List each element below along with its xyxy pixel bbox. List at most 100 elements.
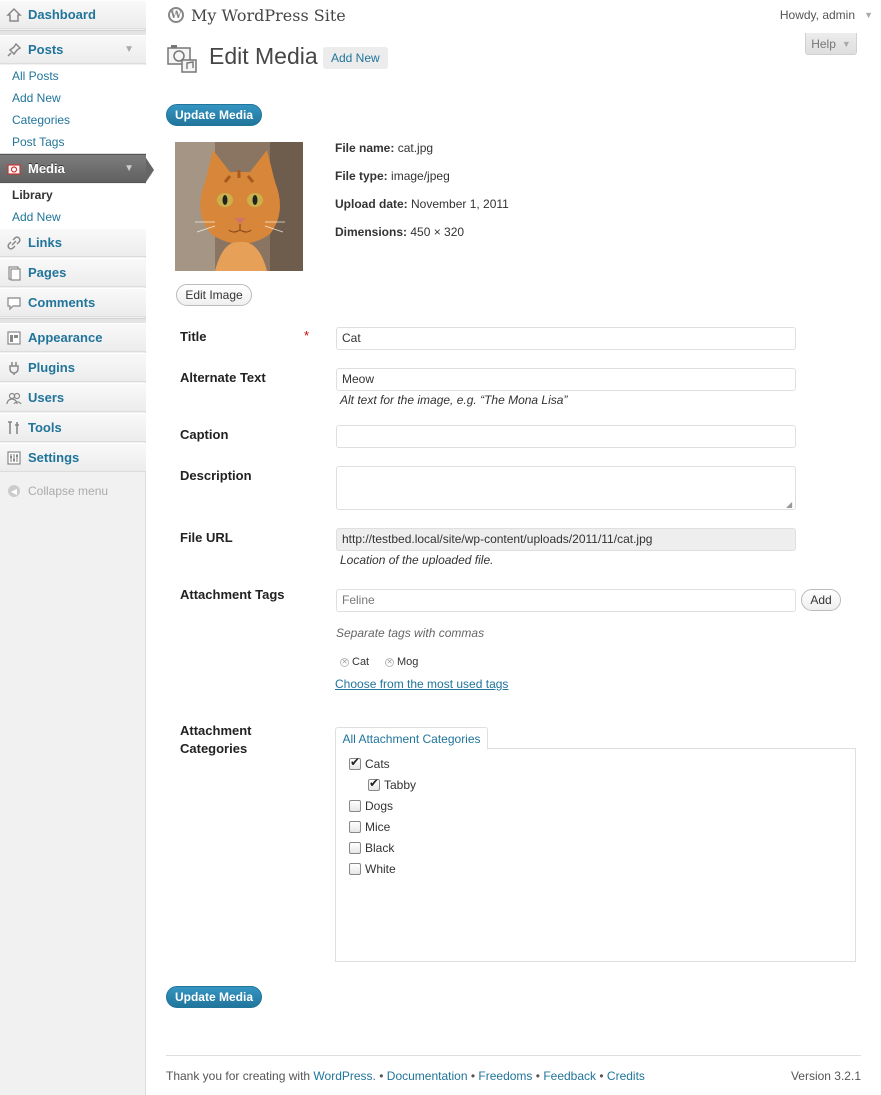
file-url-label: File URL xyxy=(180,530,233,545)
upload-date-value: November 1, 2011 xyxy=(411,197,509,211)
update-media-button-bottom[interactable]: Update Media xyxy=(166,986,262,1008)
upload-date-row: Upload date: November 1, 2011 xyxy=(335,197,509,211)
category-checkbox[interactable] xyxy=(349,755,361,770)
tab-all-attachment-categories[interactable]: All Attachment Categories xyxy=(335,727,488,750)
submenu-add-new-media[interactable]: Add New xyxy=(0,206,146,228)
appearance-icon xyxy=(0,330,28,346)
dimensions-value: 450 × 320 xyxy=(410,225,465,239)
footer-credits: Thank you for creating with WordPress. •… xyxy=(166,1069,645,1083)
plugins-icon xyxy=(0,360,28,376)
chevron-down-icon[interactable]: ▼ xyxy=(124,163,134,174)
footer-documentation-link[interactable]: Documentation xyxy=(387,1069,468,1083)
menu-plugins[interactable]: Plugins xyxy=(0,353,146,382)
menu-posts-label: Posts xyxy=(28,42,64,57)
chevron-down-icon[interactable]: ▼ xyxy=(124,44,134,55)
remove-tag-icon[interactable]: ✕ xyxy=(340,657,349,667)
help-button[interactable]: Help ▼ xyxy=(805,33,857,55)
menu-users-label: Users xyxy=(28,390,65,405)
menu-media[interactable]: Media ▼ xyxy=(0,154,154,183)
resize-grip-icon[interactable]: ◢ xyxy=(786,500,792,509)
submenu-post-tags[interactable]: Post Tags xyxy=(0,131,146,153)
tag-item: ✕ Mog xyxy=(385,656,418,668)
collapse-arrow-icon: ◀ xyxy=(8,485,20,497)
category-item-dogs[interactable]: Dogs xyxy=(349,799,393,813)
collapse-menu-label: Collapse menu xyxy=(28,484,109,498)
menu-settings[interactable]: Settings xyxy=(0,443,146,472)
alternate-text-hint: Alt text for the image, e.g. “The Mona L… xyxy=(340,393,568,407)
file-name-value: cat.jpg xyxy=(397,141,434,155)
edit-image-button[interactable]: Edit Image xyxy=(176,284,252,306)
category-item-mice[interactable]: Mice xyxy=(349,820,390,834)
footer-separator: • xyxy=(535,1069,540,1083)
media-submenu: Library Add New xyxy=(0,184,146,229)
footer-separator: • xyxy=(379,1069,384,1083)
menu-appearance[interactable]: Appearance xyxy=(0,323,146,352)
footer-feedback-link[interactable]: Feedback xyxy=(543,1069,596,1083)
file-url-input[interactable]: http://testbed.local/site/wp-content/upl… xyxy=(336,528,796,551)
media-icon xyxy=(0,161,28,177)
alternate-text-label: Alternate Text xyxy=(180,370,266,385)
pushpin-icon xyxy=(0,42,28,58)
menu-pages[interactable]: Pages xyxy=(0,258,146,287)
submenu-add-new-post[interactable]: Add New xyxy=(0,87,146,109)
menu-comments[interactable]: Comments xyxy=(0,288,146,317)
category-label: Black xyxy=(365,841,395,855)
category-checkbox[interactable] xyxy=(349,842,361,854)
dashboard-icon xyxy=(0,7,28,23)
users-icon xyxy=(0,390,28,406)
user-greeting[interactable]: Howdy, admin xyxy=(780,8,855,22)
menu-media-label: Media xyxy=(28,161,65,176)
description-textarea[interactable] xyxy=(336,466,796,510)
alternate-text-input[interactable]: Meow xyxy=(336,368,796,391)
menu-links[interactable]: Links xyxy=(0,228,146,257)
category-checkbox[interactable] xyxy=(349,800,361,812)
menu-users[interactable]: Users xyxy=(0,383,146,412)
footer-divider xyxy=(166,1055,861,1056)
menu-dashboard-label: Dashboard xyxy=(28,7,96,22)
category-label: Tabby xyxy=(384,778,417,792)
tag-item: ✕ Cat xyxy=(340,656,369,668)
page-title: Edit Media xyxy=(209,43,318,69)
chevron-down-icon: ▼ xyxy=(841,38,851,49)
tags-input[interactable]: Feline xyxy=(336,589,796,612)
submenu-all-posts[interactable]: All Posts xyxy=(0,65,146,87)
add-tag-button[interactable]: Add xyxy=(801,589,841,611)
category-item-white[interactable]: White xyxy=(349,862,396,876)
menu-tools[interactable]: Tools xyxy=(0,413,146,442)
category-item-cats[interactable]: Cats xyxy=(349,755,390,771)
chevron-down-icon[interactable]: ▼ xyxy=(864,10,873,20)
admin-sidebar: Dashboard Posts ▼ All Posts Add New Cate… xyxy=(0,0,154,1095)
category-checkbox[interactable] xyxy=(349,863,361,875)
submenu-library[interactable]: Library xyxy=(0,184,146,206)
footer-wordpress-link[interactable]: WordPress. xyxy=(313,1069,375,1083)
title-input[interactable]: Cat xyxy=(336,327,796,350)
add-new-button[interactable]: Add New xyxy=(323,47,388,69)
category-item-black[interactable]: Black xyxy=(349,841,394,855)
title-label: Title xyxy=(180,329,207,344)
collapse-menu-button[interactable]: ◀ Collapse menu xyxy=(0,480,146,502)
category-item-tabby[interactable]: Tabby xyxy=(368,776,417,792)
file-url-hint: Location of the uploaded file. xyxy=(340,553,494,567)
category-checkbox[interactable] xyxy=(349,821,361,833)
footer-freedoms-link[interactable]: Freedoms xyxy=(478,1069,532,1083)
update-media-button[interactable]: Update Media xyxy=(166,104,262,126)
pages-icon xyxy=(0,265,28,281)
menu-dashboard[interactable]: Dashboard xyxy=(0,0,146,29)
most-used-tags-link[interactable]: Choose from the most used tags xyxy=(335,677,508,691)
site-title[interactable]: My WordPress Site xyxy=(191,6,346,25)
caption-input[interactable] xyxy=(336,425,796,448)
attachment-categories-label-line2: Categories xyxy=(180,741,248,756)
category-checkbox[interactable] xyxy=(368,776,380,791)
attachment-categories-label-line1: Attachment xyxy=(180,723,252,738)
attachment-tags-label: Attachment Tags xyxy=(180,587,285,602)
help-label: Help xyxy=(811,36,836,51)
remove-tag-icon[interactable]: ✕ xyxy=(385,657,394,667)
submenu-categories[interactable]: Categories xyxy=(0,109,146,131)
category-label: White xyxy=(365,862,396,876)
description-label: Description xyxy=(180,468,252,483)
menu-pages-label: Pages xyxy=(28,265,67,280)
menu-posts[interactable]: Posts ▼ xyxy=(0,35,146,64)
menu-tools-label: Tools xyxy=(28,420,62,435)
footer-credits-link[interactable]: Credits xyxy=(607,1069,645,1083)
upload-date-label: Upload date: xyxy=(335,197,408,211)
